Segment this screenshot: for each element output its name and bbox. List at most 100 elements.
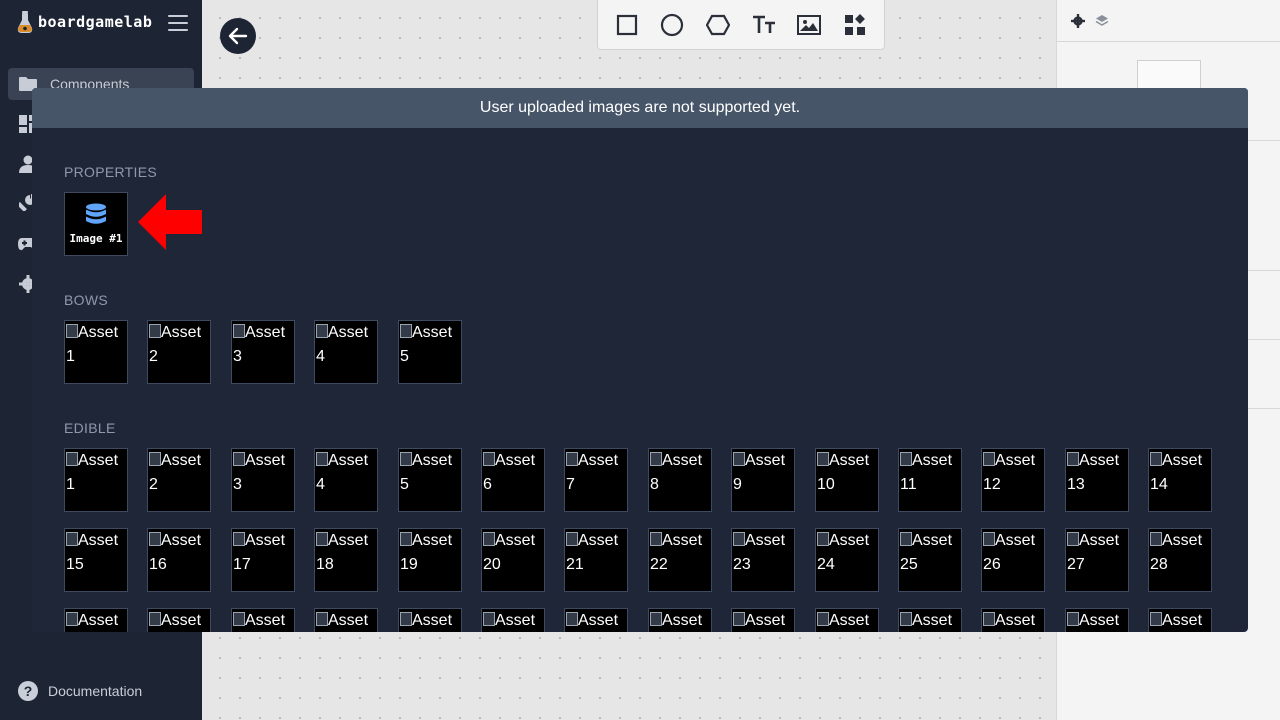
broken-image-icon xyxy=(149,452,161,466)
broken-image-icon xyxy=(316,324,328,338)
asset-tile[interactable]: Asset 16 xyxy=(147,528,211,592)
broken-image-icon xyxy=(233,452,245,466)
broken-image-icon xyxy=(1150,452,1162,466)
asset-tile[interactable]: Asset 5 xyxy=(398,320,462,384)
asset-tile[interactable]: Asset 21 xyxy=(564,528,628,592)
section-title-edible: EDIBLE xyxy=(64,420,116,436)
property-image-tile[interactable]: Image #1 xyxy=(64,192,128,256)
asset-tile[interactable]: Asset xyxy=(815,608,879,632)
broken-image-icon xyxy=(1067,532,1079,546)
widgets-tool-icon[interactable] xyxy=(839,9,871,41)
asset-tile[interactable]: Asset xyxy=(481,608,545,632)
asset-tile[interactable]: Asset 12 xyxy=(981,448,1045,512)
asset-tile[interactable]: Asset 1 xyxy=(64,320,128,384)
asset-alt-text: Asset xyxy=(912,612,953,629)
asset-tile[interactable]: Asset xyxy=(648,608,712,632)
asset-alt-text: Asset xyxy=(161,612,202,629)
asset-tile[interactable]: Asset 10 xyxy=(815,448,879,512)
app-logo[interactable]: boardgamelab xyxy=(16,10,152,34)
asset-tile[interactable]: Asset 26 xyxy=(981,528,1045,592)
asset-tile[interactable]: Asset 4 xyxy=(314,320,378,384)
asset-tile[interactable]: Asset xyxy=(898,608,962,632)
asset-tile[interactable]: Asset 28 xyxy=(1148,528,1212,592)
broken-image-icon xyxy=(400,532,412,546)
asset-tile[interactable]: Asset xyxy=(147,608,211,632)
gear-icon[interactable] xyxy=(1071,13,1085,28)
broken-image-icon xyxy=(483,532,495,546)
broken-image-icon xyxy=(650,452,662,466)
asset-tile[interactable]: Asset xyxy=(981,608,1045,632)
asset-tile[interactable]: Asset 27 xyxy=(1065,528,1129,592)
asset-alt-text: Asset xyxy=(1162,612,1203,629)
broken-image-icon xyxy=(817,532,829,546)
broken-image-icon xyxy=(900,612,912,626)
asset-tile[interactable]: Asset 13 xyxy=(1065,448,1129,512)
hexagon-tool-icon[interactable] xyxy=(702,9,734,41)
asset-tile[interactable]: Asset xyxy=(731,608,795,632)
layers-icon[interactable] xyxy=(1095,14,1109,28)
asset-tile[interactable]: Asset 3 xyxy=(231,320,295,384)
flask-logo-icon xyxy=(17,11,33,33)
documentation-link[interactable]: ? Documentation xyxy=(18,681,142,701)
asset-tile[interactable]: Asset 11 xyxy=(898,448,962,512)
broken-image-icon xyxy=(566,612,578,626)
broken-image-icon xyxy=(650,532,662,546)
broken-image-icon xyxy=(66,612,78,626)
asset-tile[interactable]: Asset 17 xyxy=(231,528,295,592)
asset-tile[interactable]: Asset 2 xyxy=(147,448,211,512)
broken-image-icon xyxy=(733,532,745,546)
asset-tile[interactable]: Asset 3 xyxy=(231,448,295,512)
back-button[interactable] xyxy=(220,18,256,54)
asset-tile[interactable]: Asset xyxy=(231,608,295,632)
broken-image-icon xyxy=(149,532,161,546)
asset-tile[interactable]: Asset 25 xyxy=(898,528,962,592)
asset-tile[interactable]: Asset 2 xyxy=(147,320,211,384)
asset-tile[interactable]: Asset 9 xyxy=(731,448,795,512)
asset-tile[interactable]: Asset xyxy=(564,608,628,632)
database-icon xyxy=(86,203,106,224)
asset-tile[interactable]: Asset 20 xyxy=(481,528,545,592)
broken-image-icon xyxy=(650,612,662,626)
circle-tool-icon[interactable] xyxy=(656,9,688,41)
broken-image-icon xyxy=(316,612,328,626)
broken-image-icon xyxy=(733,612,745,626)
asset-alt-text: Asset xyxy=(495,612,536,629)
hamburger-menu-icon[interactable] xyxy=(168,15,188,31)
asset-tile[interactable]: Asset 8 xyxy=(648,448,712,512)
text-tool-icon[interactable] xyxy=(748,9,780,41)
asset-tile[interactable]: Asset 22 xyxy=(648,528,712,592)
asset-tile[interactable]: Asset 24 xyxy=(815,528,879,592)
asset-tile[interactable]: Asset xyxy=(64,608,128,632)
asset-tile[interactable]: Asset 5 xyxy=(398,448,462,512)
asset-tile[interactable]: Asset 6 xyxy=(481,448,545,512)
broken-image-icon xyxy=(1150,532,1162,546)
asset-tile[interactable]: Asset 14 xyxy=(1148,448,1212,512)
asset-tile[interactable]: Asset 23 xyxy=(731,528,795,592)
asset-alt-text: Asset xyxy=(328,612,369,629)
asset-alt-text: Asset xyxy=(245,612,286,629)
asset-tile[interactable]: Asset 7 xyxy=(564,448,628,512)
asset-alt-text: Asset xyxy=(1079,612,1120,629)
upload-notice-banner: User uploaded images are not supported y… xyxy=(32,88,1248,128)
asset-tile[interactable]: Asset xyxy=(314,608,378,632)
asset-tile[interactable]: Asset 1 xyxy=(64,448,128,512)
asset-tile[interactable]: Asset 4 xyxy=(314,448,378,512)
broken-image-icon xyxy=(66,532,78,546)
asset-tile[interactable]: Asset 15 xyxy=(64,528,128,592)
broken-image-icon xyxy=(983,452,995,466)
arrow-left-icon xyxy=(228,27,248,45)
rectangle-tool-icon[interactable] xyxy=(611,9,643,41)
asset-tile[interactable]: Asset 18 xyxy=(314,528,378,592)
broken-image-icon xyxy=(817,612,829,626)
broken-image-icon xyxy=(1150,612,1162,626)
asset-tile[interactable]: Asset 19 xyxy=(398,528,462,592)
broken-image-icon xyxy=(149,612,161,626)
image-picker-modal: User uploaded images are not supported y… xyxy=(32,88,1248,632)
asset-tile[interactable]: Asset xyxy=(1065,608,1129,632)
broken-image-icon xyxy=(66,324,78,338)
asset-tile[interactable]: Asset xyxy=(1148,608,1212,632)
asset-tile[interactable]: Asset xyxy=(398,608,462,632)
image-tool-icon[interactable] xyxy=(793,9,825,41)
broken-image-icon xyxy=(483,612,495,626)
broken-image-icon xyxy=(316,452,328,466)
